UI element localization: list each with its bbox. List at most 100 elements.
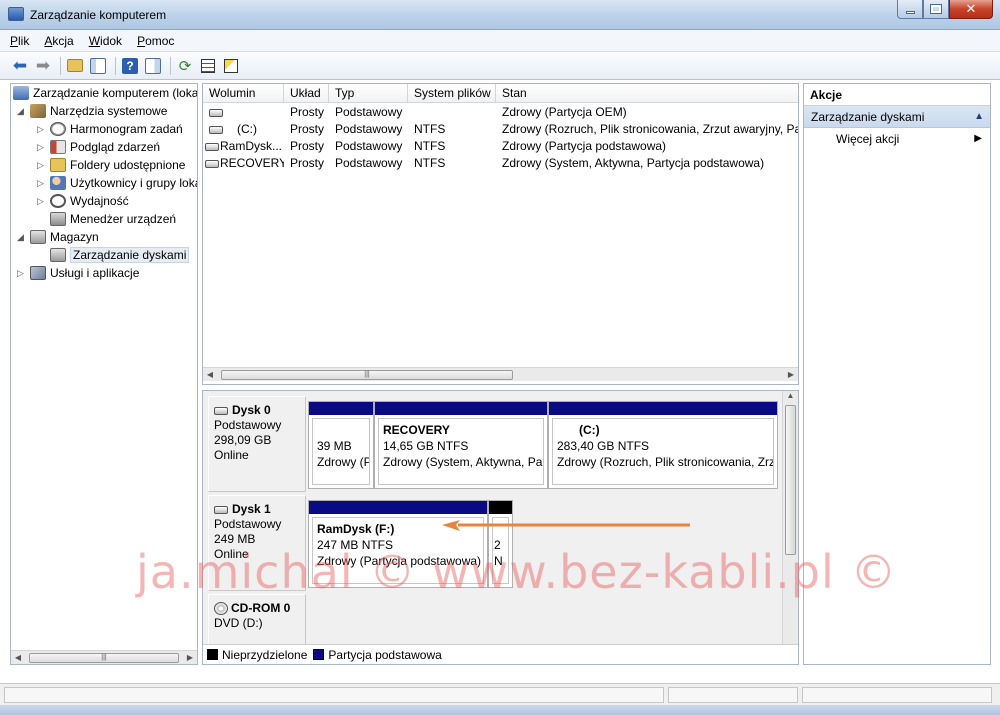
collapsed-arrow-icon[interactable]: ▷: [37, 196, 47, 207]
disk-0-label[interactable]: Dysk 0 Podstawowy 298,09 GB Online: [208, 396, 306, 492]
minimize-button[interactable]: [897, 0, 923, 19]
collapsed-arrow-icon[interactable]: ▷: [37, 160, 47, 171]
tree-item-event-viewer[interactable]: ▷ Podgląd zdarzeń: [37, 138, 160, 156]
volume-horizontal-scrollbar[interactable]: ◀ ||| ▶: [203, 367, 798, 381]
disk-1-label[interactable]: Dysk 1 Podstawowy 249 MB Online: [208, 495, 306, 591]
partition-recovery[interactable]: RECOVERY 14,65 GB NTFS Zdrowy (System, A…: [374, 401, 548, 489]
column-header-status[interactable]: Stan: [496, 84, 798, 102]
scroll-right-icon[interactable]: ▶: [784, 368, 798, 381]
primary-partition-bar: [549, 402, 777, 415]
tree-item-device-manager[interactable]: Menedżer urządzeń: [37, 210, 176, 228]
scroll-left-icon[interactable]: ◀: [203, 368, 217, 381]
table-row[interactable]: Prosty Podstawowy Zdrowy (Partycja OEM): [203, 104, 798, 121]
show-hide-action-pane-button[interactable]: [143, 56, 163, 76]
unallocated-swatch: [207, 649, 218, 660]
volume-name-cell: RamDysk...: [203, 138, 284, 155]
scroll-thumb[interactable]: |||: [29, 653, 179, 663]
column-header-volume[interactable]: Wolumin: [203, 84, 284, 102]
maximize-icon: [930, 4, 942, 14]
services-icon: [30, 266, 46, 280]
title-bar: Zarządzanie komputerem ✕: [0, 0, 1000, 30]
clock-icon: [50, 122, 66, 136]
drive-icon: [205, 142, 219, 151]
forward-button[interactable]: ➡: [33, 56, 53, 76]
partition-unallocated[interactable]: 2 N: [488, 500, 513, 588]
help-icon: ?: [122, 57, 138, 74]
column-header-filesystem[interactable]: System plików: [408, 84, 496, 102]
collapsed-arrow-icon[interactable]: ▷: [37, 124, 47, 135]
actions-header: Akcje: [804, 84, 990, 106]
unallocated-bar: [489, 501, 512, 514]
refresh-button[interactable]: ⟳: [175, 56, 195, 76]
scroll-thumb[interactable]: [785, 405, 796, 555]
disk-properties-icon: [224, 58, 238, 73]
scroll-left-icon[interactable]: ◀: [11, 651, 25, 664]
collapsed-arrow-icon[interactable]: ▷: [37, 142, 47, 153]
column-header-type[interactable]: Typ: [329, 84, 408, 102]
menu-file[interactable]: Plik: [10, 34, 29, 48]
primary-partition-bar: [309, 501, 487, 514]
help-button[interactable]: ?: [120, 56, 140, 76]
drive-icon: [209, 125, 223, 134]
minimize-icon: [905, 11, 915, 14]
event-viewer-icon: [50, 140, 66, 154]
actions-section-disk-management[interactable]: Zarządzanie dyskami ▲: [804, 106, 990, 128]
volume-name-cell: (C:): [203, 121, 284, 138]
tree-item-shared-folders[interactable]: ▷ Foldery udostępnione: [37, 156, 185, 174]
drive-icon: [205, 159, 219, 168]
up-one-level-button[interactable]: [65, 56, 85, 76]
disk-map: Dysk 0 Podstawowy 298,09 GB Online 39 MB…: [202, 390, 799, 665]
partition-ramdysk[interactable]: RamDysk (F:) 247 MB NTFS Zdrowy (Partycj…: [308, 500, 488, 588]
tree-item-users-groups[interactable]: ▷ Użytkownicy i grupy lokalne: [37, 174, 197, 192]
show-hide-tree-button[interactable]: [88, 56, 108, 76]
tree-horizontal-scrollbar[interactable]: ◀ ||| ▶: [11, 650, 197, 664]
drive-icon: [209, 108, 223, 117]
collapse-up-icon[interactable]: ▲: [974, 106, 984, 128]
maximize-button[interactable]: [923, 0, 949, 19]
back-button[interactable]: ⬅: [10, 56, 30, 76]
table-row[interactable]: RECOVERY Prosty Podstawowy NTFS Zdrowy (…: [203, 155, 798, 172]
menu-action[interactable]: Akcja: [44, 34, 73, 48]
menu-view[interactable]: Widok: [89, 34, 122, 48]
table-row[interactable]: (C:) Prosty Podstawowy NTFS Zdrowy (Rozr…: [203, 121, 798, 138]
column-header-layout[interactable]: Układ: [284, 84, 329, 102]
table-row[interactable]: RamDysk... Prosty Podstawowy NTFS Zdrowy…: [203, 138, 798, 155]
disk-icon: [214, 505, 228, 514]
collapsed-arrow-icon[interactable]: ▷: [37, 178, 47, 189]
tree-item-storage[interactable]: ◢ Magazyn: [17, 228, 99, 246]
scroll-right-icon[interactable]: ▶: [183, 651, 197, 664]
partition-oem[interactable]: 39 MB Zdrowy (Partycja OEM): [308, 401, 374, 489]
expanded-arrow-icon[interactable]: ◢: [17, 232, 27, 243]
tree-item-disk-management[interactable]: Zarządzanie dyskami: [37, 246, 190, 264]
close-icon: ✕: [965, 1, 977, 16]
toolbar-separator: [170, 56, 171, 75]
arrow-right-icon: ➡: [35, 55, 51, 75]
expanded-arrow-icon[interactable]: ◢: [17, 106, 27, 117]
folder-up-icon: [67, 59, 83, 72]
collapsed-arrow-icon[interactable]: ▷: [17, 268, 27, 279]
tree-item-performance[interactable]: ▷ Wydajność: [37, 192, 129, 210]
scroll-up-icon[interactable]: ▲: [783, 391, 798, 400]
tree-root[interactable]: Zarządzanie komputerem (lokalne): [13, 84, 197, 102]
disk-legend: Nieprzydzielone Partycja podstawowa: [203, 644, 798, 664]
primary-partition-bar: [375, 402, 547, 415]
partition-c[interactable]: (C:) 283,40 GB NTFS Zdrowy (Rozruch, Pli…: [548, 401, 778, 489]
toolbar-separator: [60, 56, 61, 75]
scroll-thumb[interactable]: |||: [221, 370, 513, 380]
menu-help[interactable]: Pomoc: [137, 34, 174, 48]
close-button[interactable]: ✕: [949, 0, 993, 19]
cdrom-icon: [214, 602, 228, 615]
menu-bar: Plik Akcja Widok Pomoc: [0, 30, 1000, 52]
status-cell-secondary: [668, 687, 798, 703]
status-bar: [0, 683, 1000, 705]
tree-item-system-tools[interactable]: ◢ Narzędzia systemowe: [17, 102, 167, 120]
disk-map-vertical-scrollbar[interactable]: ▲ ▼: [782, 391, 798, 664]
window-bottom-border: [0, 705, 1000, 715]
status-cell-main: [4, 687, 664, 703]
disk-properties-button[interactable]: [221, 56, 241, 76]
computer-management-icon: [13, 86, 29, 100]
properties-button[interactable]: [198, 56, 218, 76]
tree-item-task-scheduler[interactable]: ▷ Harmonogram zadań: [37, 120, 183, 138]
more-actions-item[interactable]: Więcej akcji ▶: [804, 128, 990, 150]
tree-item-services-apps[interactable]: ▷ Usługi i aplikacje: [17, 264, 139, 282]
